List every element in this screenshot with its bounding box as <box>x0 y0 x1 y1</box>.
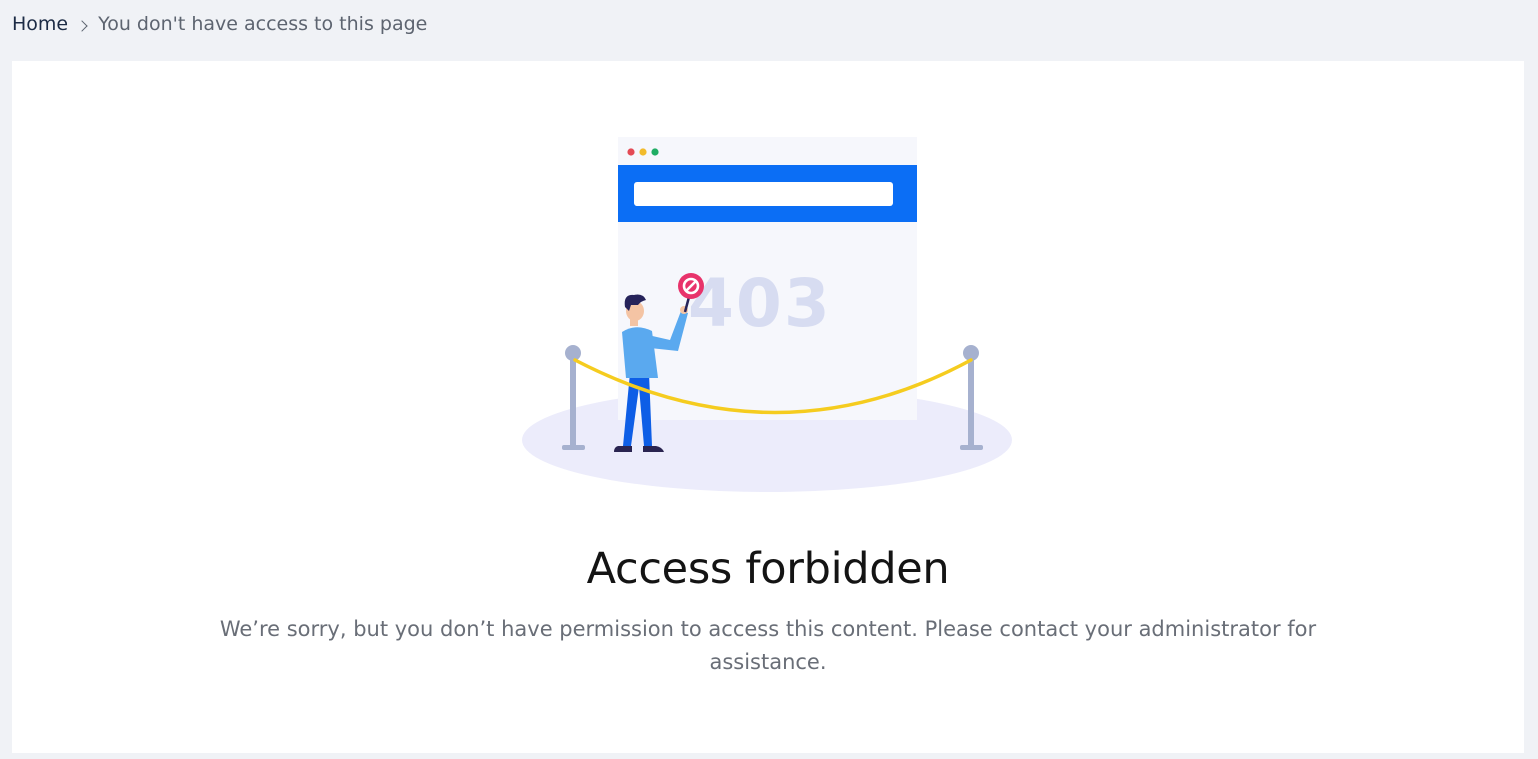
error-code: 403 <box>688 265 832 342</box>
no-entry-sign-icon <box>678 273 704 299</box>
content-card: 403 Access forbidden We’re sorry, but yo… <box>12 61 1524 753</box>
breadcrumb-home-link[interactable]: Home <box>12 13 68 35</box>
page-title: Access forbidden <box>586 544 950 594</box>
breadcrumb-current: You don't have access to this page <box>98 13 428 35</box>
error-message: We’re sorry, but you don’t have permissi… <box>219 617 1317 674</box>
access-forbidden-illustration: 403 <box>522 137 1012 492</box>
chevron-right-icon <box>76 19 88 32</box>
breadcrumb: Home You don't have access to this page <box>12 11 427 37</box>
